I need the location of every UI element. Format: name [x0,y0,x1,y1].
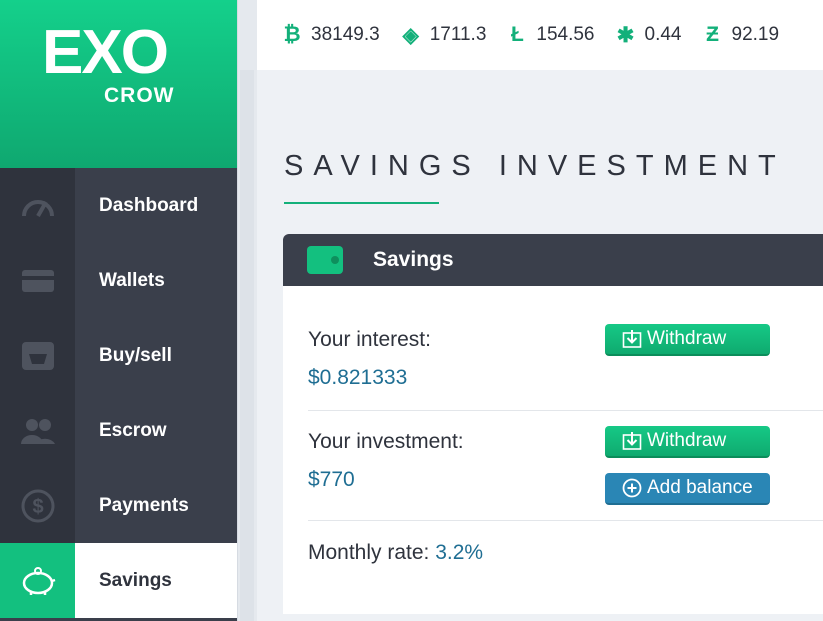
dollar-coin-icon: $ [0,468,75,543]
interest-label: Your interest: [308,328,431,351]
page-title: SAVINGS INVESTMENT [284,150,786,182]
divider [308,410,823,411]
download-icon [622,432,642,450]
ticker-value: 92.19 [731,24,780,45]
logo-subtext: CROW [104,84,175,107]
monthly-rate: Monthly rate: 3.2% [308,541,483,565]
plus-circle-icon [622,478,642,498]
ticker-item-ltc: Ł 154.56 [508,23,595,47]
sidebar-item-dashboard[interactable]: Dashboard [0,168,237,243]
xrp-icon: ✱ [616,23,635,47]
sidebar-item-escrow[interactable]: Escrow [0,393,237,468]
sidebar-nav: Dashboard Wallets Buy/sell Escrow $ Paym… [0,168,237,618]
investment-value: $770 [308,468,355,491]
ticker-item-btc: ₿ 38149.3 [283,23,380,47]
interest-value: $0.821333 [308,366,408,389]
ticker-item-eth: ◈ 1711.3 [402,23,487,48]
investment-label: Your investment: [308,430,464,453]
button-label: Withdraw [647,430,727,451]
ltc-icon: Ł [510,23,524,46]
sidebar-item-payments[interactable]: $ Payments [0,468,237,543]
savings-card: Savings Your interest: $0.821333 Withdra… [283,234,823,614]
piggy-bank-icon [0,543,75,618]
eth-icon: ◈ [402,23,419,47]
monthly-rate-value: 3.2% [435,541,484,564]
btc-icon: ₿ [283,23,301,46]
sidebar-scrollbar-thumb[interactable] [240,70,254,621]
ticker-item-xrp: ✱ 0.44 [617,23,682,48]
sidebar: EXO CROW Dashboard Wallets Buy/sell Escr… [0,0,237,621]
withdraw-interest-button[interactable]: Withdraw [605,324,770,356]
users-icon [0,393,75,468]
sidebar-item-label: Payments [99,494,189,516]
sidebar-item-label: Dashboard [99,194,199,216]
card-title: Savings [373,248,454,271]
sidebar-item-label: Buy/sell [99,344,172,366]
button-label: Add balance [647,477,753,498]
zec-icon: Ƶ [706,23,719,46]
ticker-value: 38149.3 [311,24,380,45]
credit-card-icon [0,243,75,318]
sidebar-item-buy-sell[interactable]: Buy/sell [0,318,237,393]
withdraw-investment-button[interactable]: Withdraw [605,426,770,458]
ticker-item-zec: Ƶ 92.19 [704,23,780,47]
wallet-icon [307,246,343,274]
card-header: Savings [283,234,823,286]
basket-icon [0,318,75,393]
ticker-value: 154.56 [536,24,595,45]
title-underline [284,202,439,204]
gauge-icon [0,168,75,243]
main-content: SAVINGS INVESTMENT Savings Your interest… [257,70,823,621]
sidebar-item-label: Wallets [99,269,165,291]
monthly-rate-label: Monthly rate: [308,541,430,564]
svg-text:$: $ [32,496,43,518]
logo-text: EXO [42,18,169,87]
sidebar-item-savings[interactable]: Savings [0,543,237,618]
button-label: Withdraw [647,328,727,349]
logo[interactable]: EXO CROW [0,0,237,168]
sidebar-item-wallets[interactable]: Wallets [0,243,237,318]
download-icon [622,330,642,348]
ticker-value: 1711.3 [429,24,487,45]
add-balance-button[interactable]: Add balance [605,473,770,505]
divider [308,520,823,521]
sidebar-item-label: Escrow [99,419,167,441]
ticker-value: 0.44 [644,24,682,45]
price-ticker: ₿ 38149.3 ◈ 1711.3 Ł 154.56 ✱ 0.44 Ƶ 92.… [257,0,823,70]
sidebar-item-label: Savings [75,543,237,618]
